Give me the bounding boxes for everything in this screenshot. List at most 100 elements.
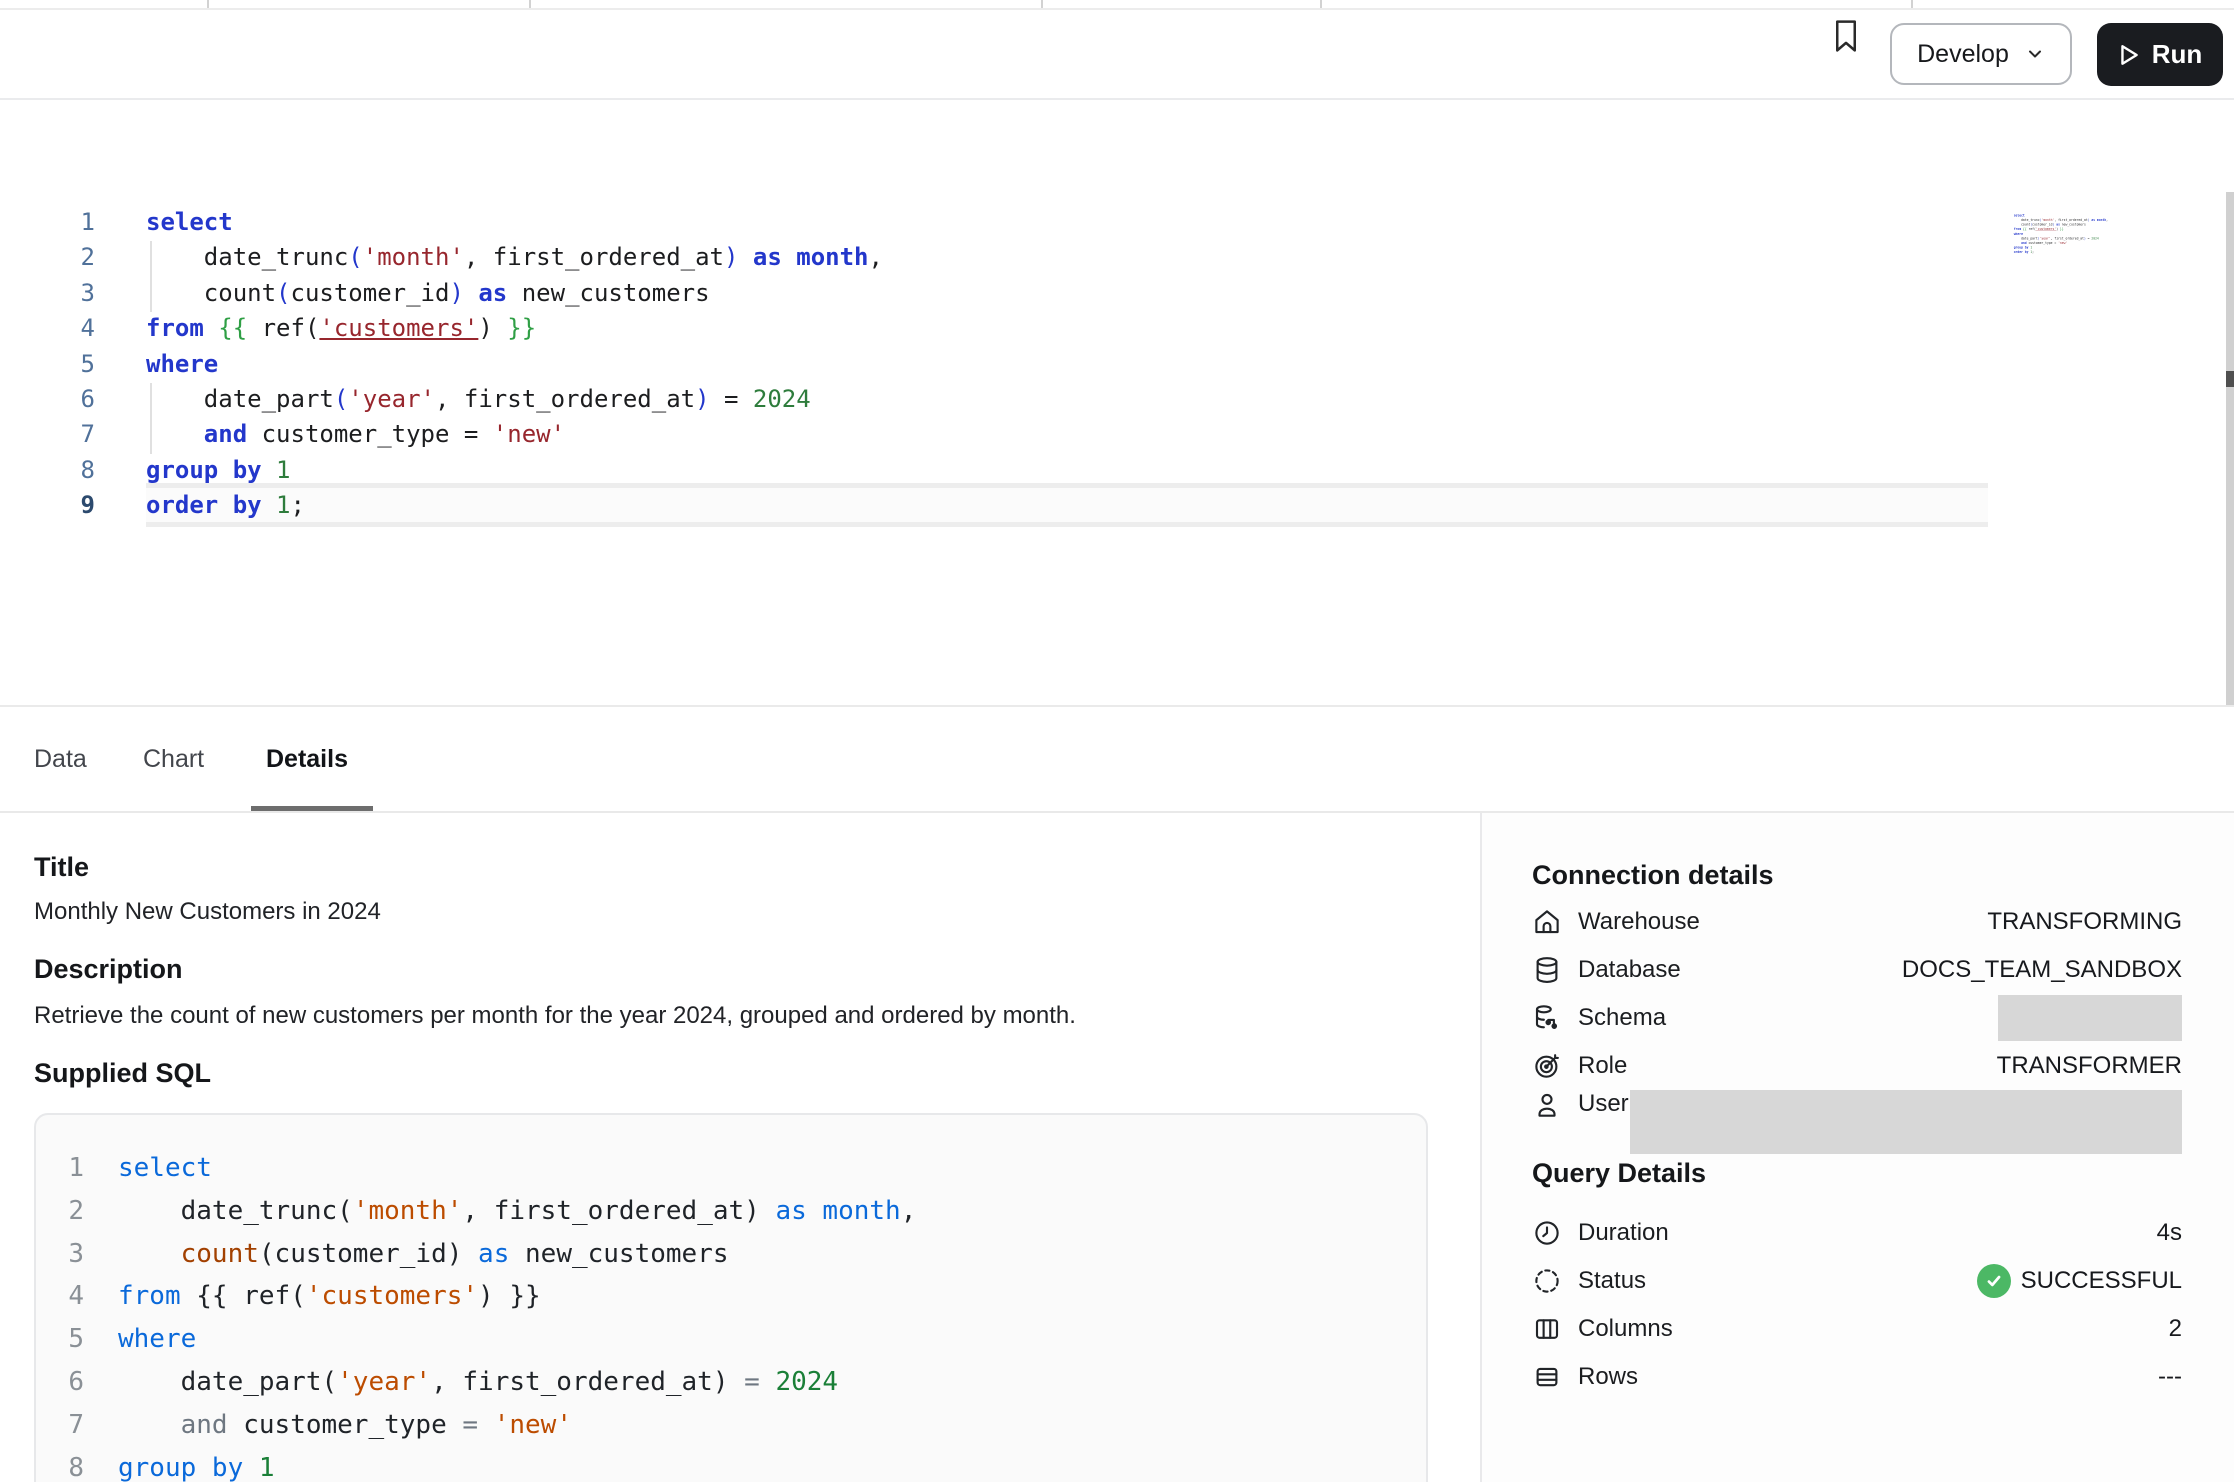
run-button[interactable]: Run xyxy=(2097,23,2223,86)
code-line: order by 1; xyxy=(2014,250,2108,255)
connection-rows: WarehouseTRANSFORMING Database DOCS_TEAM_S… xyxy=(1532,898,2182,1138)
active-tab-underline xyxy=(251,806,373,811)
line-number: 9 xyxy=(0,488,95,523)
connection-row-database: Database DOCS_TEAM_SANDBOX xyxy=(1532,946,2182,994)
editor-code[interactable]: select date_trunc('month', first_ordered… xyxy=(2014,213,2108,254)
code-line: order by 1; xyxy=(146,488,883,523)
query-details-row-duration: Duration 4s xyxy=(1532,1209,2182,1257)
line-number: 6 xyxy=(0,382,95,417)
tab-details[interactable]: Details xyxy=(266,745,348,774)
row-label: Rows xyxy=(1578,1363,1638,1391)
row-value: SUCCESSFUL xyxy=(1977,1264,2182,1298)
line-number: 5 xyxy=(0,347,95,382)
browser-tab-strip xyxy=(0,0,2234,10)
code-line: select xyxy=(118,1147,916,1190)
code-line: date_part('year', first_ordered_at) = 20… xyxy=(118,1361,916,1404)
tab-data[interactable]: Data xyxy=(34,745,87,774)
row-value: --- xyxy=(2158,1363,2182,1391)
code-line: where xyxy=(146,347,883,382)
line-number: 1 xyxy=(36,1147,84,1190)
row-value: 4s xyxy=(2157,1219,2182,1247)
row-label: User xyxy=(1578,1090,1629,1118)
redacted-value xyxy=(1998,995,2182,1041)
line-number: 3 xyxy=(36,1233,84,1276)
code-line: date_trunc('month', first_ordered_at) as… xyxy=(146,240,883,275)
row-label: Duration xyxy=(1578,1219,1669,1247)
query-details-heading: Query Details xyxy=(1532,1158,1706,1189)
editor-scrollbar[interactable] xyxy=(2226,192,2234,706)
row-value xyxy=(1998,995,2182,1041)
row-label: Schema xyxy=(1578,1004,1666,1032)
row-label: Columns xyxy=(1578,1315,1673,1343)
app-window: Develop Run Query completed in 4s Enviro… xyxy=(0,0,2234,1482)
redacted-value xyxy=(1630,1090,2182,1154)
chevron-down-icon xyxy=(2025,44,2045,64)
user-icon xyxy=(1532,1090,1566,1120)
develop-dropdown-button[interactable]: Develop xyxy=(1890,23,2072,85)
line-number: 6 xyxy=(36,1361,84,1404)
connection-row-role: Role TRANSFORMER xyxy=(1532,1042,2182,1090)
row-value: TRANSFORMING xyxy=(1987,908,2182,936)
code-line: count(customer_id) as new_customers xyxy=(118,1233,916,1276)
code-line: group by 1 xyxy=(146,453,883,488)
warehouse-icon xyxy=(1532,907,1566,937)
row-value: TRANSFORMER xyxy=(1997,1052,2182,1080)
query-details-row-status: Status SUCCESSFUL xyxy=(1532,1257,2182,1305)
success-check-icon xyxy=(1977,1264,2011,1298)
line-number: 1 xyxy=(0,205,95,240)
results-tabbar: Data Chart Details xyxy=(0,705,2234,813)
line-number: 5 xyxy=(36,1318,84,1361)
connection-details-heading: Connection details xyxy=(1532,860,1774,891)
query-details-row-columns: Columns 2 xyxy=(1532,1305,2182,1353)
code-line: group by 1 xyxy=(118,1447,916,1482)
code-line: from {{ ref('customers') }} xyxy=(146,311,883,346)
line-number: 4 xyxy=(36,1275,84,1318)
sql-editor[interactable]: 123456789 select date_trunc('month', fir… xyxy=(0,100,2234,705)
tab-chart[interactable]: Chart xyxy=(143,745,204,774)
status-icon xyxy=(1532,1266,1566,1296)
description-heading: Description xyxy=(34,954,183,985)
scrollbar-thumb[interactable] xyxy=(2226,371,2234,387)
develop-label: Develop xyxy=(1917,40,2009,69)
row-value: 2 xyxy=(2169,1315,2182,1343)
code-line: select xyxy=(146,205,883,240)
editor-line-numbers: 123456789 xyxy=(0,205,95,524)
line-number: 2 xyxy=(36,1190,84,1233)
title-heading: Title xyxy=(34,852,89,883)
schema-icon xyxy=(1532,1003,1566,1033)
role-icon xyxy=(1532,1051,1566,1081)
line-number: 8 xyxy=(36,1447,84,1482)
code-line: and customer_type = 'new' xyxy=(118,1404,916,1447)
description-value: Retrieve the count of new customers per … xyxy=(34,1002,1076,1030)
play-icon xyxy=(2118,43,2140,67)
code-line: date_part('year', first_ordered_at) = 20… xyxy=(146,382,883,417)
details-side-panel: Connection details WarehouseTRANSFORMING… xyxy=(1480,813,2234,1482)
row-label: Database xyxy=(1578,956,1681,984)
supplied-sql-heading: Supplied SQL xyxy=(34,1058,211,1089)
query-details-row-rows: Rows --- xyxy=(1532,1353,2182,1401)
code-line: from {{ ref('customers') }} xyxy=(118,1275,916,1318)
row-label: Status xyxy=(1578,1267,1646,1295)
supplied-sql-line-numbers: 12345678 xyxy=(36,1147,84,1482)
duration-icon xyxy=(1532,1218,1566,1248)
code-line: date_trunc('month', first_ordered_at) as… xyxy=(118,1190,916,1233)
run-label: Run xyxy=(2152,39,2203,70)
line-number: 2 xyxy=(0,240,95,275)
line-number: 3 xyxy=(0,276,95,311)
row-label: Role xyxy=(1578,1052,1627,1080)
line-number: 4 xyxy=(0,311,95,346)
connection-row-warehouse: WarehouseTRANSFORMING xyxy=(1532,898,2182,946)
columns-icon xyxy=(1532,1314,1566,1344)
connection-row-user: User xyxy=(1532,1090,2182,1138)
database-icon xyxy=(1532,955,1566,985)
editor-code[interactable]: select date_trunc('month', first_ordered… xyxy=(146,205,883,524)
connection-row-schema: Schema xyxy=(1532,994,2182,1042)
line-number: 7 xyxy=(36,1404,84,1447)
row-value: DOCS_TEAM_SANDBOX xyxy=(1902,956,2182,984)
query-details-rows: Duration 4s Status SUCCESSFUL Columns 2 Rows --… xyxy=(1532,1209,2182,1401)
row-value xyxy=(1630,1090,2182,1154)
editor-minimap[interactable]: select date_trunc('month', first_ordered… xyxy=(1995,200,2105,250)
bookmark-icon[interactable] xyxy=(1831,18,1861,54)
rows-icon xyxy=(1532,1362,1566,1392)
header-bar: Develop Run xyxy=(0,10,2234,100)
